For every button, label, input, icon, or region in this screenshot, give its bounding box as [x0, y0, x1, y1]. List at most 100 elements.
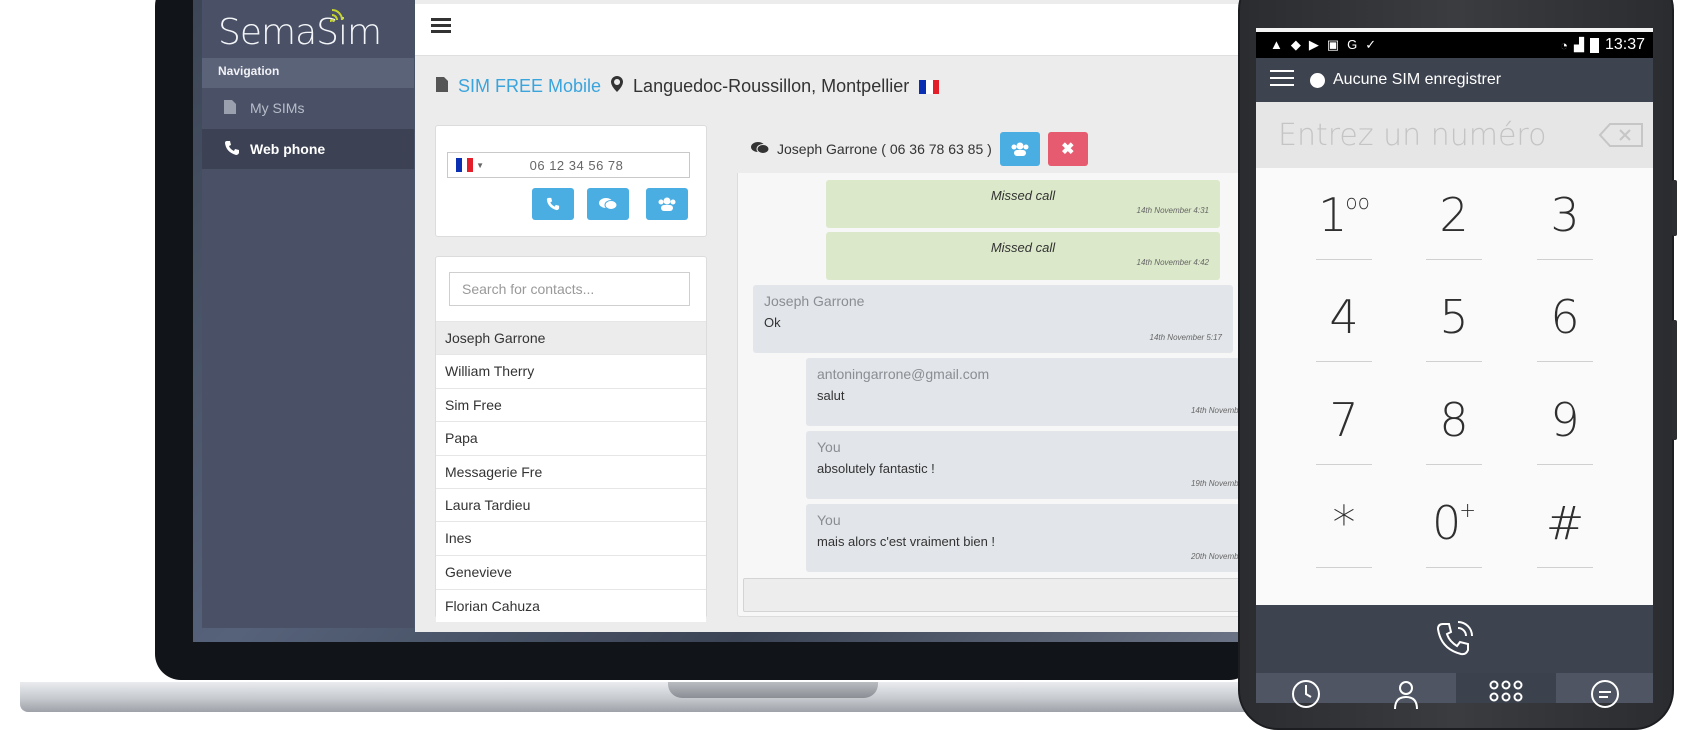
message-bubble: Joseph Garrone Ok 14th November 5:17 — [753, 285, 1233, 353]
comments-icon — [599, 198, 617, 210]
battery-icon — [1589, 37, 1599, 53]
message-compose-input[interactable] — [743, 578, 1253, 612]
message-button[interactable] — [587, 188, 629, 220]
nav-header: Navigation — [202, 58, 414, 88]
contact-item[interactable]: Papa — [436, 421, 706, 454]
key-6[interactable]: 6 — [1537, 272, 1593, 362]
contact-item[interactable]: Genevieve — [436, 555, 706, 588]
key-5[interactable]: 5 — [1426, 272, 1482, 362]
laptop-base — [20, 682, 1260, 712]
call-button[interactable] — [532, 188, 574, 220]
key-1[interactable]: 1oo — [1316, 170, 1372, 260]
file-icon: ▣ — [1326, 37, 1340, 52]
contact-item[interactable]: Laura Tardieu — [436, 488, 706, 521]
phone-number-field[interactable]: Entrez un numéro — [1256, 102, 1653, 168]
message-timestamp: 14th Novembe — [1190, 406, 1243, 415]
carrier-link[interactable]: SIM FREE Mobile — [458, 76, 601, 97]
contact-item[interactable]: Sim Free — [436, 388, 706, 421]
system-status: ◔ ▟ 13:37 — [1560, 36, 1645, 54]
message-icon — [1590, 680, 1619, 708]
users-icon — [1011, 142, 1029, 156]
sidebar-item-web-phone[interactable]: Web phone — [202, 129, 414, 169]
call-bar — [1256, 605, 1653, 673]
message-text: mais alors c'est vraiment bien ! — [817, 534, 996, 549]
key-8[interactable]: 8 — [1426, 375, 1482, 465]
contact-item[interactable]: Ines — [436, 521, 706, 554]
sidebar-item-label: My SIMs — [250, 100, 305, 116]
sim-status-dot-icon — [1310, 72, 1325, 88]
key-digit: 3 — [1550, 188, 1580, 242]
clock-icon — [1292, 680, 1320, 708]
dialpad-icon — [1489, 680, 1523, 702]
message-timestamp: 14th November 4:31 — [1136, 206, 1210, 215]
menu-icon[interactable] — [1270, 69, 1294, 91]
key-digit: 6 — [1550, 290, 1580, 344]
users-icon — [658, 197, 676, 211]
tab-history[interactable] — [1256, 673, 1356, 708]
key-4[interactable]: 4 — [1316, 272, 1372, 362]
close-conversation-button[interactable]: ✖ — [1047, 132, 1088, 166]
conversation-title: Joseph Garrone ( 06 36 78 63 85 ) — [777, 141, 992, 157]
key-star[interactable]: * — [1316, 478, 1372, 568]
french-flag-icon — [919, 79, 940, 94]
phone-number-input[interactable]: ▼ 06 12 34 56 78 — [447, 152, 690, 178]
contact-item[interactable]: Messagerie Fre — [436, 455, 706, 488]
key-digit: 1 — [1318, 188, 1348, 242]
contact-item[interactable]: Joseph Garrone — [436, 321, 706, 354]
key-sup: + — [1459, 498, 1477, 522]
message-text: Ok — [764, 315, 781, 330]
notification-icon: ▲ — [1270, 37, 1283, 52]
contact-item[interactable]: Florian Cahuza — [436, 589, 706, 622]
status-bar: ▲ ◆ ▶ ▣ G ✓ ◔ ▟ 13:37 — [1256, 32, 1653, 58]
message-bubble: antoningarrone@gmail.com salut 14th Nove… — [806, 358, 1254, 426]
sim-card-icon — [436, 76, 448, 97]
status-time: 13:37 — [1604, 36, 1645, 53]
sidebar-item-my-sims[interactable]: My SIMs — [202, 88, 414, 128]
key-7[interactable]: 7 — [1316, 375, 1372, 465]
power-button — [1672, 320, 1677, 440]
youtube-icon: ▶ — [1308, 37, 1319, 52]
country-selector[interactable]: ▼ — [448, 158, 484, 172]
key-digit: 7 — [1329, 393, 1359, 447]
voicemail-icon: oo — [1345, 190, 1370, 214]
wifi-icon: ◔ — [1560, 37, 1568, 53]
phone-app-bar: Aucune SIM enregistrer — [1256, 58, 1653, 102]
tab-dialpad[interactable] — [1456, 673, 1556, 703]
conversation-header: Joseph Garrone ( 06 36 78 63 85 ) ✖ — [737, 125, 1257, 173]
message-timestamp: 14th November 5:17 — [1149, 333, 1223, 342]
contact-item[interactable]: William Therry — [436, 354, 706, 387]
message-bubble: You mais alors c'est vraiment bien ! 20t… — [806, 504, 1254, 572]
map-marker-icon — [611, 76, 624, 97]
message-sender: You — [817, 512, 841, 528]
key-2[interactable]: 2 — [1426, 170, 1482, 260]
tab-messages[interactable] — [1556, 673, 1653, 708]
phone-icon — [546, 197, 560, 211]
tab-contacts[interactable] — [1356, 673, 1456, 709]
key-0[interactable]: 0+ — [1426, 478, 1482, 568]
message-bubble: You absolutely fantastic ! 19th Novembe — [806, 431, 1254, 499]
key-3[interactable]: 3 — [1537, 170, 1593, 260]
wifi-signal-icon — [329, 8, 348, 27]
phone-number-value: 06 12 34 56 78 — [529, 157, 624, 173]
add-contact-button[interactable] — [646, 188, 688, 220]
key-digit: 9 — [1550, 393, 1580, 447]
message-bubble: Missed call 14th November 4:31 — [826, 180, 1220, 228]
sim-status-text: Aucune SIM enregistrer — [1333, 71, 1502, 88]
conversation-contact-button[interactable] — [999, 132, 1040, 166]
message-sender: Joseph Garrone — [764, 293, 865, 309]
dropbox-icon: ◆ — [1290, 37, 1301, 52]
chevron-down-icon: ▼ — [476, 160, 484, 170]
comments-icon — [751, 141, 770, 158]
contact-search-input[interactable]: Search for contacts... — [449, 272, 690, 306]
key-9[interactable]: 9 — [1537, 375, 1593, 465]
backspace-icon[interactable] — [1598, 122, 1644, 148]
menu-toggle-icon[interactable] — [431, 18, 451, 36]
message-sender: antoningarrone@gmail.com — [817, 366, 990, 382]
call-icon[interactable] — [1434, 618, 1476, 660]
key-digit: * — [1332, 496, 1356, 550]
message-timestamp: 19th Novembe — [1190, 479, 1243, 488]
key-hash[interactable]: # — [1537, 478, 1593, 568]
message-text: salut — [817, 388, 845, 403]
close-icon: ✖ — [1061, 141, 1075, 158]
signal-icon: ▟ — [1573, 37, 1584, 52]
